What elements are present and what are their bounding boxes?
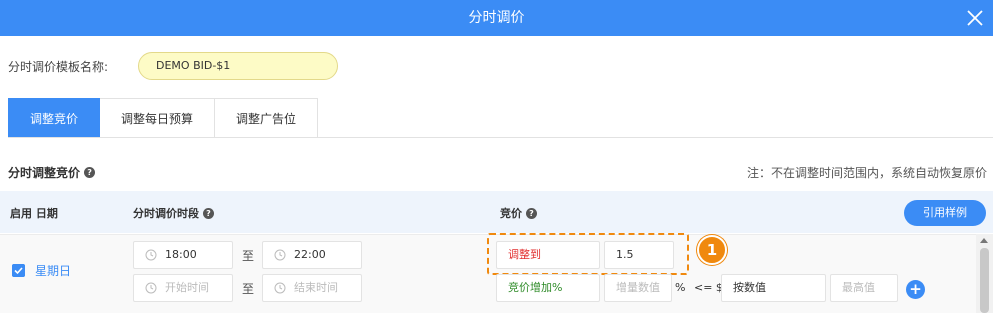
template-name-value: DEMO BID-$1: [138, 52, 338, 80]
add-slot-button[interactable]: +: [906, 280, 925, 299]
col-bid-label: 竞价: [500, 207, 522, 220]
close-icon[interactable]: [963, 6, 987, 30]
slot1-end-value: 22:00: [294, 248, 326, 261]
clock-icon: [145, 282, 157, 294]
help-icon[interactable]: ?: [203, 207, 214, 219]
slot1-start-value: 18:00: [165, 248, 197, 261]
enable-checkbox[interactable]: [12, 264, 25, 277]
slot1-to-label: 至: [242, 249, 255, 263]
tab-adjust-bid[interactable]: 调整竞价: [8, 98, 101, 138]
slot2-start-placeholder: 开始时间: [165, 281, 209, 294]
slot2-increase-input[interactable]: 增量数值: [604, 274, 672, 302]
help-icon[interactable]: ?: [526, 207, 537, 219]
slot2-mode-select[interactable]: 竞价增加%: [496, 274, 600, 302]
day-label: 星期日: [35, 264, 72, 278]
col-time-slot-label: 分时调价时段: [133, 207, 199, 220]
slot1-start-time[interactable]: 18:00: [133, 241, 233, 269]
clock-icon: [274, 249, 286, 261]
dialog-titlebar: 分时调价: [0, 0, 993, 36]
clock-icon: [274, 282, 286, 294]
clock-icon: [145, 249, 157, 261]
section-title: 分时调整竞价 ?: [8, 164, 96, 181]
col-bid: 竞价 ?: [500, 205, 537, 221]
max-value-input[interactable]: 最高值: [830, 274, 898, 302]
table-header: 启用 日期 分时调价时段 ? 竞价 ?: [0, 191, 993, 233]
slot2-to-label: 至: [242, 282, 255, 296]
tab-adjust-placement[interactable]: 调整广告位: [215, 98, 319, 138]
scrollbar-thumb[interactable]: [980, 248, 989, 313]
scroll-up-icon[interactable]: [980, 238, 988, 243]
max-symbol-label: <= $: [694, 281, 723, 294]
slot2-end-placeholder: 结束时间: [294, 281, 338, 294]
help-icon[interactable]: ?: [84, 167, 96, 178]
reference-example-button[interactable]: 引用样例: [904, 200, 986, 226]
by-value-select[interactable]: 按数值: [721, 274, 826, 302]
tab-divider: [8, 137, 993, 138]
dialog-title: 分时调价: [468, 10, 525, 26]
percent-label: %: [675, 281, 686, 294]
tab-adjust-daily-budget[interactable]: 调整每日预算: [100, 98, 216, 138]
section-note: 注：不在调整时间范围内，系统自动恢复原价: [746, 166, 987, 180]
slot1-end-time[interactable]: 22:00: [262, 241, 362, 269]
section-title-text: 分时调整竞价: [8, 166, 81, 180]
slot2-start-time[interactable]: 开始时间: [133, 274, 233, 302]
annotation-badge: 1: [697, 235, 727, 265]
col-time-slot: 分时调价时段 ?: [133, 205, 214, 221]
col-enable-date: 启用 日期: [10, 207, 58, 220]
slot2-end-time[interactable]: 结束时间: [262, 274, 362, 302]
template-name-label: 分时调价模板名称:: [8, 60, 109, 74]
annotation-highlight-box: [487, 233, 689, 275]
tab-bar: 调整竞价 调整每日预算 调整广告位: [8, 98, 319, 138]
